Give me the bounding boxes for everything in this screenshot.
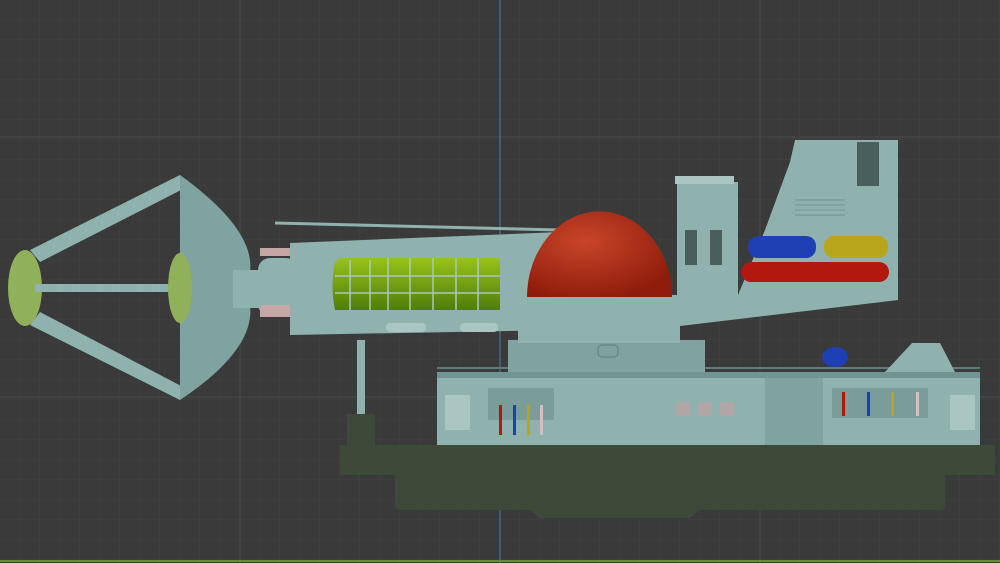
hull[interactable] [340, 445, 995, 518]
viewport-canvas[interactable] [0, 0, 1000, 563]
green-cell-array [332, 258, 500, 310]
blue-tank [748, 236, 816, 258]
yellow-tank [824, 236, 888, 258]
control-panel-right [832, 388, 928, 418]
blue-valve [822, 347, 848, 367]
red-tank [741, 262, 889, 282]
3d-viewport[interactable] [0, 0, 1000, 563]
control-panel-left [488, 388, 554, 420]
